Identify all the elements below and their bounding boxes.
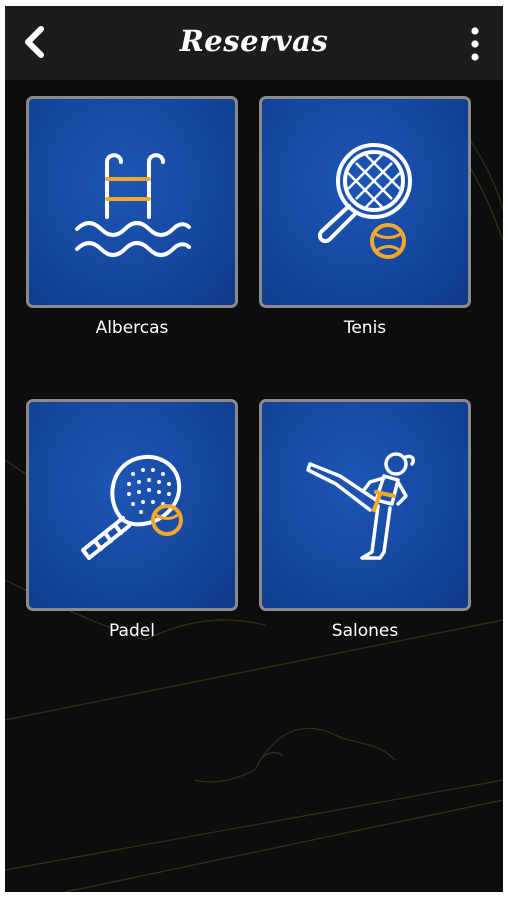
app-screen: Reservas Albercas Tenis Padel Salones <box>5 6 503 892</box>
tile-label: Tenis <box>343 318 387 338</box>
martial-arts-kick-icon <box>306 452 416 560</box>
more-vertical-icon <box>471 27 479 61</box>
tile-label: Albercas <box>95 318 169 338</box>
tile-salones[interactable]: Salones <box>259 399 471 641</box>
page-title: Reservas <box>179 24 329 58</box>
pool-ladder-icon <box>75 153 191 257</box>
tile-salones-card[interactable] <box>259 399 471 611</box>
tile-label: Padel <box>109 621 155 641</box>
tile-albercas-card[interactable] <box>26 96 238 308</box>
top-app-bar: Reservas <box>5 6 503 80</box>
tile-padel[interactable]: Padel <box>26 399 238 641</box>
padel-racket-icon <box>81 455 183 560</box>
overflow-menu-button[interactable] <box>463 24 487 64</box>
tile-label: Salones <box>331 621 399 641</box>
tennis-racket-icon <box>317 143 412 259</box>
tile-padel-card[interactable] <box>26 399 238 611</box>
tile-tenis[interactable]: Tenis <box>259 96 471 338</box>
tile-tenis-card[interactable] <box>259 96 471 308</box>
tile-albercas[interactable]: Albercas <box>26 96 238 338</box>
